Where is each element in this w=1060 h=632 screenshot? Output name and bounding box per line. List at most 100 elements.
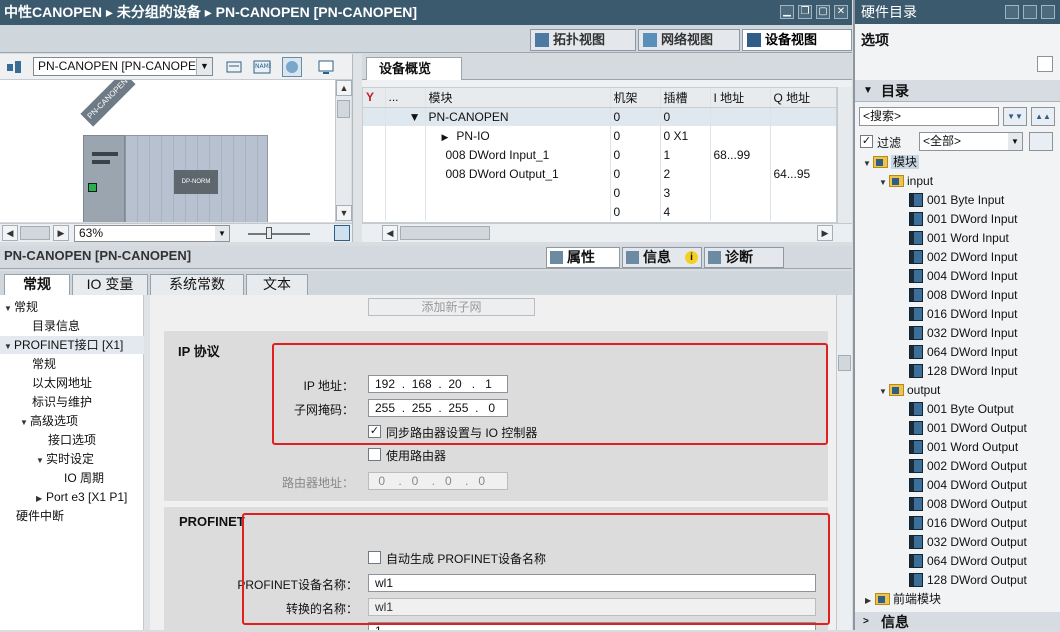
- column-filter-icon[interactable]: Y: [363, 88, 386, 108]
- filter-profile-icon[interactable]: [1029, 132, 1053, 151]
- catalog-item[interactable]: 002 DWord Input: [909, 248, 1018, 267]
- tree-root-modules[interactable]: ▼ 模块: [863, 153, 920, 172]
- view-mode-icon[interactable]: [282, 57, 302, 77]
- catalog-item[interactable]: 064 DWord Output: [909, 552, 1027, 571]
- canvas-vertical-scrollbar[interactable]: ▲ ▼: [335, 80, 352, 222]
- column-header[interactable]: 机架: [610, 88, 661, 108]
- catalog-item[interactable]: 032 DWord Input: [909, 324, 1018, 343]
- router-address-field[interactable]: 0 . 0 . 0 . 0: [368, 472, 508, 490]
- info-section-header[interactable]: > 信息: [855, 612, 1060, 630]
- overview-horizontal-scrollbar[interactable]: ◀ ▶: [362, 223, 852, 242]
- pane-splitter[interactable]: [352, 54, 362, 242]
- catalog-item[interactable]: 001 Byte Output: [909, 400, 1014, 419]
- scroll-left-icon[interactable]: ◀: [2, 225, 18, 241]
- network-tool-icon[interactable]: [4, 57, 24, 77]
- catalog-item[interactable]: 001 Word Input: [909, 229, 1009, 248]
- zoom-slider[interactable]: [248, 233, 310, 235]
- name-tag-icon[interactable]: NAME: [252, 57, 273, 77]
- tab-texts[interactable]: 文本: [246, 274, 308, 295]
- table-row[interactable]: ▼ PN-CANOPEN 0 0: [363, 107, 836, 126]
- close-button[interactable]: ✕: [834, 5, 848, 19]
- scroll-right-icon[interactable]: ▶: [53, 225, 69, 241]
- column-header[interactable]: Q 地址: [770, 88, 836, 108]
- show-addresses-icon[interactable]: [224, 57, 244, 77]
- nav-item[interactable]: 常规: [32, 355, 56, 373]
- nav-item[interactable]: ▼ 常规: [4, 298, 38, 316]
- h-scroll-thumb[interactable]: [400, 226, 490, 240]
- catalog-item[interactable]: 128 DWord Output: [909, 571, 1027, 590]
- nav-item[interactable]: 硬件中断: [16, 507, 64, 525]
- scroll-right-icon[interactable]: ▶: [817, 225, 833, 241]
- filter-select[interactable]: <全部> ▼: [919, 132, 1023, 151]
- table-row[interactable]: 008 DWord Input_1 01 68...99: [363, 145, 836, 164]
- table-row[interactable]: 03: [363, 183, 836, 202]
- tab-io-tags[interactable]: IO 变量: [72, 274, 148, 295]
- scroll-left-icon[interactable]: ◀: [382, 225, 398, 241]
- use-router-checkbox[interactable]: [368, 448, 381, 461]
- pin-icon[interactable]: [1005, 5, 1019, 19]
- nav-item[interactable]: ▶ Port e3 [X1 P1]: [36, 488, 127, 506]
- nav-item[interactable]: 目录信息: [32, 317, 80, 335]
- tree-folder-front-modules[interactable]: ▶ 前端模块: [865, 590, 941, 609]
- nav-item[interactable]: ▼ 高级选项: [20, 412, 78, 430]
- catalog-item[interactable]: 008 DWord Output: [909, 495, 1027, 514]
- catalog-item[interactable]: 004 DWord Input: [909, 267, 1018, 286]
- restore-button[interactable]: ❐: [798, 5, 812, 19]
- column-header[interactable]: I 地址: [710, 88, 771, 108]
- add-subnet-button[interactable]: 添加新子网: [368, 298, 535, 316]
- nav-item[interactable]: 接口选项: [48, 431, 96, 449]
- nav-item[interactable]: IO 周期: [64, 469, 104, 487]
- catalog-item[interactable]: 016 DWord Input: [909, 305, 1018, 324]
- table-row[interactable]: 04: [363, 202, 836, 221]
- zoom-slider-handle[interactable]: [266, 227, 272, 239]
- minimize-button[interactable]: ▁: [780, 5, 794, 19]
- dp-norm-module[interactable]: DP-NORM: [174, 170, 218, 194]
- module-rack[interactable]: DP-NORM: [125, 135, 268, 222]
- tab-network-view[interactable]: 网络视图: [638, 29, 740, 51]
- catalog-item[interactable]: 016 DWord Output: [909, 514, 1027, 533]
- tab-diagnostics[interactable]: 诊断: [704, 247, 784, 268]
- tab-info[interactable]: 信息 i: [622, 247, 702, 268]
- nav-item[interactable]: ▼ 实时设定: [36, 450, 94, 468]
- catalog-item[interactable]: 004 DWord Output: [909, 476, 1027, 495]
- catalog-item[interactable]: 002 DWord Output: [909, 457, 1027, 476]
- table-row[interactable]: ▶ PN-IO 00 X1: [363, 126, 836, 145]
- column-header[interactable]: 模块: [425, 88, 611, 108]
- search-down-icon[interactable]: ▼▼: [1003, 107, 1027, 126]
- maximize-button[interactable]: ▢: [816, 5, 830, 19]
- catalog-item[interactable]: 001 Word Output: [909, 438, 1018, 457]
- scroll-thumb[interactable]: [337, 100, 350, 118]
- catalog-item[interactable]: 032 DWord Output: [909, 533, 1027, 552]
- scroll-thumb[interactable]: [838, 355, 851, 371]
- tab-general[interactable]: 常规: [4, 274, 70, 295]
- table-row[interactable]: 008 DWord Output_1 02 64...95: [363, 164, 836, 183]
- overview-vertical-scrollbar[interactable]: [837, 87, 852, 223]
- chevron-down-icon[interactable]: ▼: [1008, 133, 1022, 150]
- tab-topology-view[interactable]: 拓扑视图: [530, 29, 636, 51]
- tree-folder-output[interactable]: ▼ output: [879, 381, 940, 400]
- tree-folder-input[interactable]: ▼ input: [879, 172, 933, 191]
- chevron-down-icon[interactable]: ▼: [215, 226, 229, 241]
- form-vertical-scrollbar[interactable]: [836, 295, 852, 630]
- tab-properties[interactable]: 属性: [546, 247, 620, 268]
- nav-item[interactable]: ▼ PROFINET接口 [X1]: [0, 336, 144, 354]
- column-header[interactable]: 插槽: [660, 88, 711, 108]
- options-toggle-icon[interactable]: [1037, 56, 1053, 72]
- collapse-icon[interactable]: [1041, 5, 1055, 19]
- catalog-item[interactable]: 001 Byte Input: [909, 191, 1004, 210]
- catalog-item[interactable]: 001 DWord Input: [909, 210, 1018, 229]
- catalog-item[interactable]: 128 DWord Input: [909, 362, 1018, 381]
- search-up-icon[interactable]: ▲▲: [1031, 107, 1055, 126]
- catalog-section-header[interactable]: ▼ 目录: [855, 80, 1060, 102]
- device-canvas[interactable]: PN-CANOPEN DP-NORM: [0, 80, 335, 222]
- catalog-search-input[interactable]: <搜索>: [859, 107, 999, 126]
- head-module[interactable]: [83, 135, 125, 222]
- catalog-item[interactable]: 064 DWord Input: [909, 343, 1018, 362]
- tab-device-view[interactable]: 设备视图: [742, 29, 852, 51]
- chevron-down-icon[interactable]: ▼: [196, 58, 212, 75]
- screen-icon[interactable]: [316, 57, 336, 77]
- zoom-select[interactable]: 63% ▼: [74, 225, 230, 242]
- scroll-down-icon[interactable]: ▼: [336, 205, 352, 221]
- scroll-up-icon[interactable]: ▲: [336, 80, 352, 96]
- h-scroll-thumb[interactable]: [20, 226, 50, 240]
